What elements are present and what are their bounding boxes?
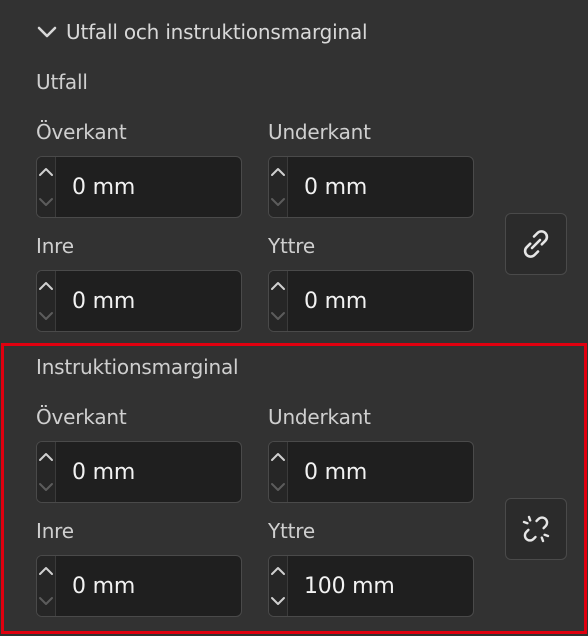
bleed-top-stepper [37,157,56,217]
bleed-inside-label: Inre [36,234,74,258]
bleed-top-label: Överkant [36,120,127,144]
slug-outside-decrement-button[interactable] [269,586,287,616]
bleed-link-toggle-button[interactable] [505,213,567,275]
broken-link-icon [519,512,553,546]
chevron-up-icon [37,451,55,463]
slug-bottom-decrement-button[interactable] [269,472,287,502]
bleed-bottom-stepper [269,157,288,217]
bleed-bottom-decrement-button[interactable] [269,187,287,217]
chevron-down-icon [36,24,58,40]
chevron-down-icon [269,196,287,208]
chevron-up-icon [269,565,287,577]
chevron-up-icon [269,166,287,178]
chevron-up-icon [269,451,287,463]
bleed-bottom-increment-button[interactable] [269,157,287,187]
slug-inside-decrement-button[interactable] [37,586,55,616]
slug-link-toggle-button[interactable] [505,498,567,560]
slug-inside-increment-button[interactable] [37,556,55,586]
bleed-outside-input[interactable] [288,271,473,331]
bleed-top-field [36,156,242,218]
bleed-inside-increment-button[interactable] [37,271,55,301]
slug-top-input[interactable] [56,442,241,502]
slug-outside-label: Yttre [268,519,315,543]
section-header-bleed-slug[interactable]: Utfall och instruktionsmarginal [36,16,368,48]
bleed-inside-decrement-button[interactable] [37,301,55,331]
chevron-down-icon [37,310,55,322]
bleed-inside-input[interactable] [56,271,241,331]
bleed-outside-decrement-button[interactable] [269,301,287,331]
slug-top-field [36,441,242,503]
chevron-down-icon [269,595,287,607]
link-icon [519,227,553,261]
bleed-bottom-label: Underkant [268,120,371,144]
slug-group-label: Instruktionsmarginal [36,355,239,379]
bleed-inside-stepper [37,271,56,331]
slug-bottom-field [268,441,474,503]
slug-top-increment-button[interactable] [37,442,55,472]
slug-top-stepper [37,442,56,502]
bleed-top-decrement-button[interactable] [37,187,55,217]
bleed-bottom-input[interactable] [288,157,473,217]
bleed-top-input[interactable] [56,157,241,217]
slug-outside-increment-button[interactable] [269,556,287,586]
bleed-outside-increment-button[interactable] [269,271,287,301]
bleed-inside-field [36,270,242,332]
bleed-bottom-field [268,156,474,218]
slug-outside-field [268,555,474,617]
bleed-top-increment-button[interactable] [37,157,55,187]
slug-inside-label: Inre [36,519,74,543]
slug-bottom-increment-button[interactable] [269,442,287,472]
slug-bottom-input[interactable] [288,442,473,502]
slug-bottom-label: Underkant [268,405,371,429]
bleed-outside-label: Yttre [268,234,315,258]
chevron-down-icon [269,310,287,322]
slug-inside-stepper [37,556,56,616]
slug-top-decrement-button[interactable] [37,472,55,502]
slug-inside-input[interactable] [56,556,241,616]
chevron-up-icon [37,565,55,577]
slug-bottom-stepper [269,442,288,502]
slug-top-label: Överkant [36,405,127,429]
chevron-up-icon [269,280,287,292]
chevron-down-icon [37,595,55,607]
chevron-up-icon [37,166,55,178]
section-title: Utfall och instruktionsmarginal [66,20,368,44]
chevron-down-icon [269,481,287,493]
chevron-down-icon [37,481,55,493]
bleed-outside-stepper [269,271,288,331]
bleed-group-label: Utfall [36,70,88,94]
slug-outside-input[interactable] [288,556,473,616]
bleed-outside-field [268,270,474,332]
slug-inside-field [36,555,242,617]
chevron-down-icon [37,196,55,208]
chevron-up-icon [37,280,55,292]
slug-outside-stepper [269,556,288,616]
